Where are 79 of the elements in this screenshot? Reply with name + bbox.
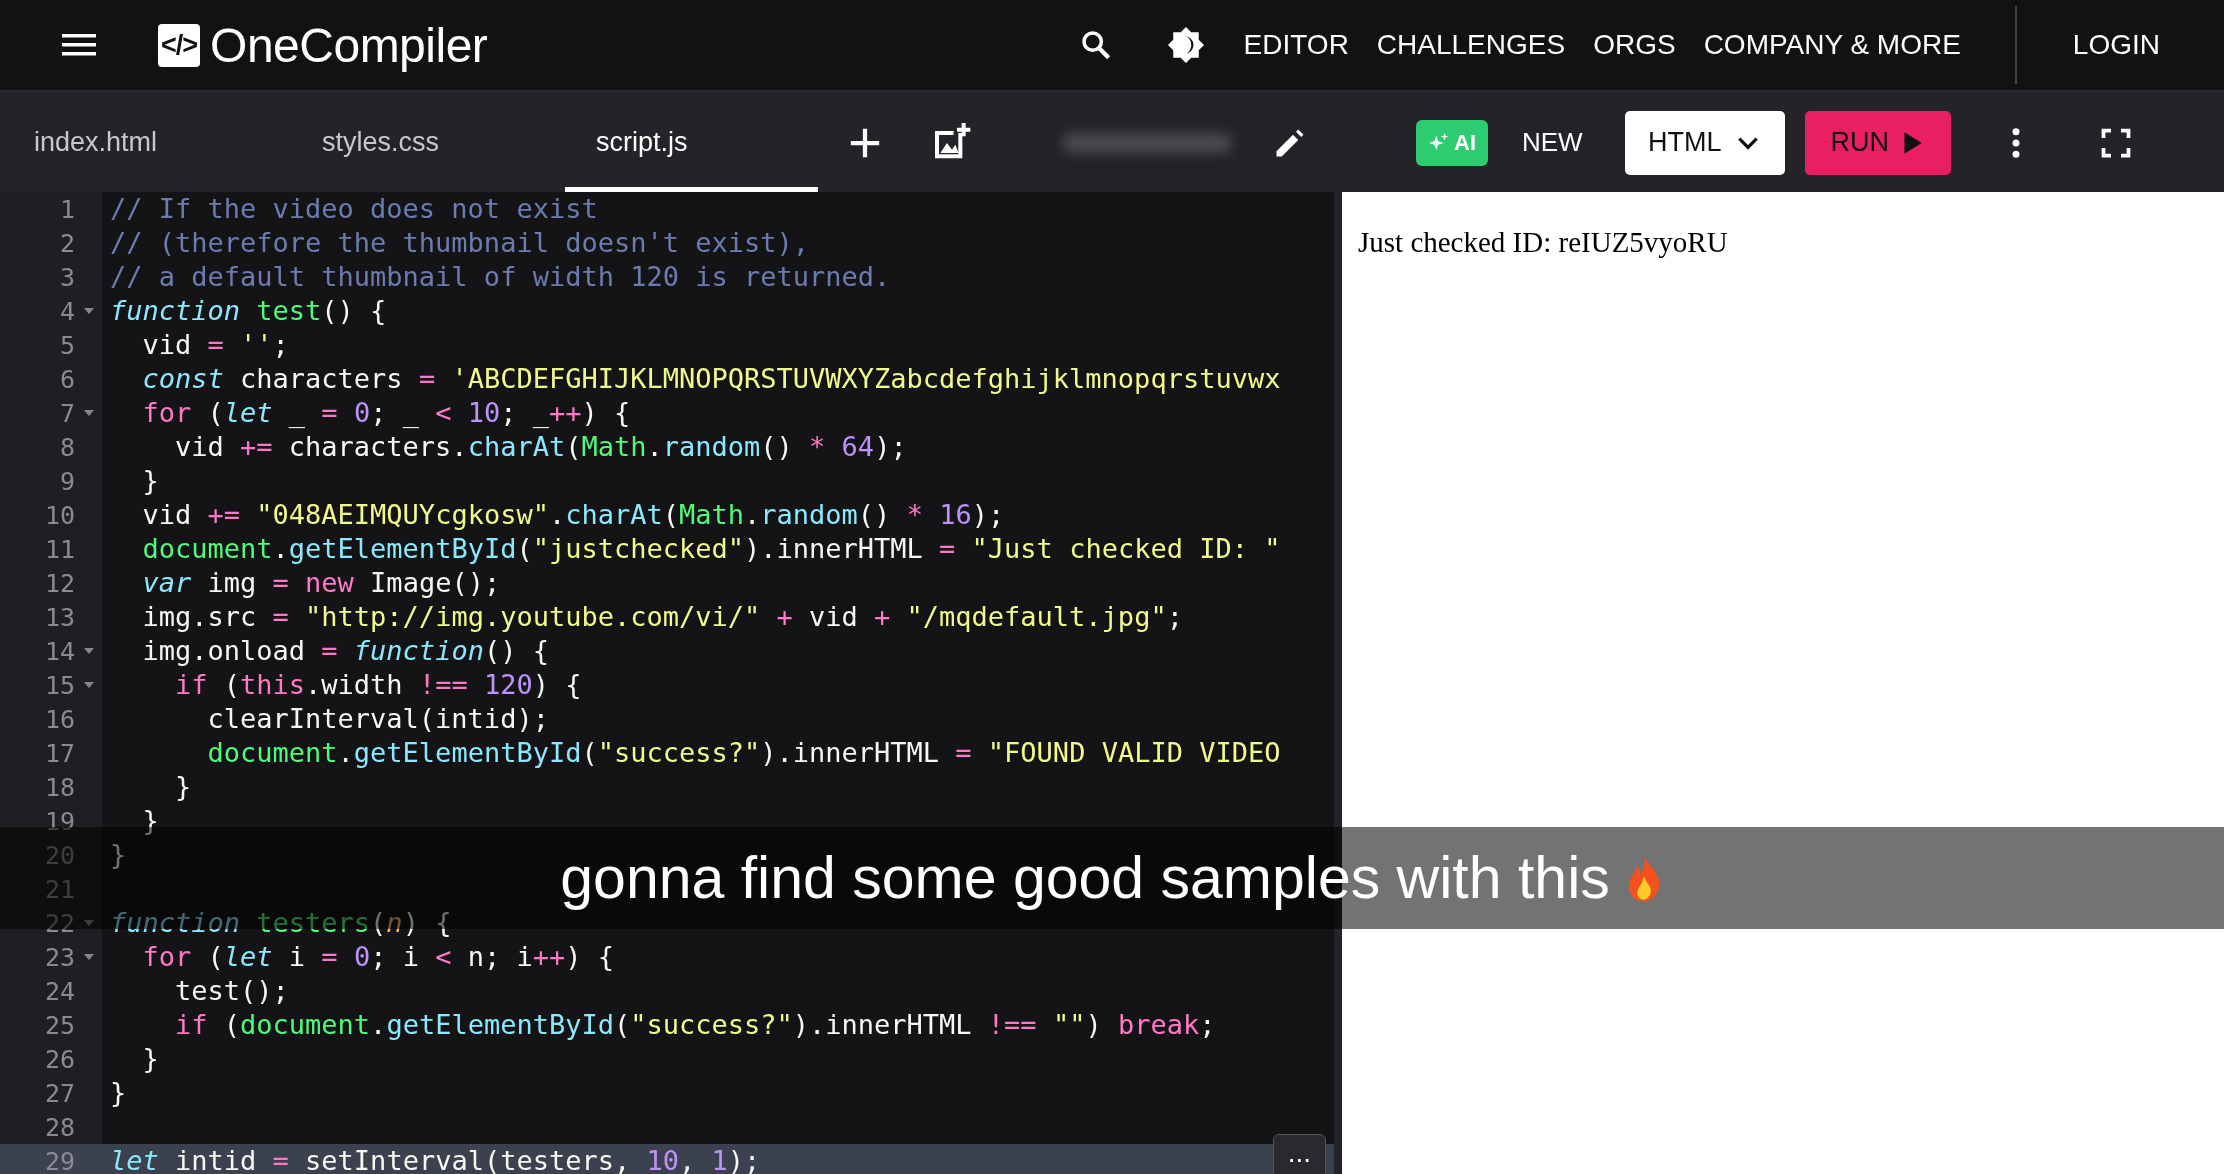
code-line: } [141,464,159,498]
code-line: let intid = setInterval(testers, 10, 1); [109,1144,761,1174]
code-line: // If the video does not exist [109,192,598,226]
code-line: vid += "048AEIMQUYcgkosw".charAt(Math.random() * 16); [141,498,1005,532]
line-number: 26 [44,1044,75,1074]
line-number: 14 [44,636,75,666]
line-number: 19 [44,806,75,836]
line-number: 12 [44,568,75,598]
line-number: 4 [59,296,75,326]
language-dropdown[interactable]: HTML [1624,110,1785,175]
output-text: Just checked ID: reIUZ5vyoRU [1358,226,1729,259]
search-icon[interactable] [1079,29,1112,61]
file-tab[interactable]: styles.css [288,93,565,192]
line-number: 2 [59,228,75,258]
nav-link[interactable]: COMPANY & MORE [1703,29,1961,61]
line-number: 22 [44,908,75,938]
nav-link[interactable]: CHALLENGES [1376,29,1566,61]
line-number: 6 [59,364,75,394]
more-button[interactable]: ... [1272,1134,1326,1174]
line-number: 9 [59,466,75,496]
line-number: 17 [44,738,75,768]
new-button[interactable]: NEW [1516,126,1589,159]
menu-icon[interactable] [62,33,96,57]
line-number: 8 [59,432,75,462]
line-number: 15 [44,670,75,700]
code-line: vid = ''; [141,328,289,362]
code-line: if (document.getElementById("success?").innerHTML !== "") break; [174,1008,1216,1042]
code-line: for (let _ = 0; _ < 10; _++) { [141,396,631,430]
line-number: 7 [59,398,75,428]
line-number: 5 [59,330,75,360]
code-line: } [109,1076,127,1110]
code-line: function test() { [109,294,387,328]
code-line: // a default thumbnail of width 120 is returned. [109,260,891,294]
login-link[interactable]: LOGIN [2072,29,2160,61]
code-line: } [109,838,127,872]
line-number: 24 [44,976,75,1006]
code-line: const characters = 'ABCDEFGHIJKLMNOPQRSTUVWXYZabcdefghijklmnopqrstuvwx [141,362,1281,396]
nav-link[interactable]: ORGS [1593,29,1676,61]
line-number: 1 [59,194,75,224]
code-line: clearInterval(intid); [206,702,549,736]
caption-text: gonna find some good samples with this [560,844,1610,912]
nav-link[interactable]: EDITOR [1243,29,1349,61]
line-number: 23 [44,942,75,972]
code-line: if (this.width !== 120) { [174,668,582,702]
line-number: 16 [44,704,75,734]
logo-text[interactable]: OneCompiler [210,17,488,73]
line-number: 11 [44,534,75,564]
line-number: 25 [44,1010,75,1040]
line-number: 3 [59,262,75,292]
line-number: 18 [44,772,75,802]
code-line: } [141,1042,159,1076]
line-number: 27 [44,1078,75,1108]
logo-mark[interactable]: </> [158,23,201,67]
line-number: 10 [44,500,75,530]
run-button[interactable]: RUN [1804,110,1951,175]
code-line: test(); [174,974,289,1008]
code-line: for (let i = 0; i < n; i++) { [141,940,614,974]
fold-arrow-icon[interactable] [84,308,94,314]
more-options-icon[interactable] [2010,127,2021,158]
fullscreen-icon[interactable] [2100,127,2131,158]
line-number: 29 [44,1146,75,1174]
theme-icon[interactable] [1167,27,1204,63]
code-line: img.onload = function() { [141,634,549,668]
code-line: var img = new Image(); [141,566,501,600]
fold-arrow-icon[interactable] [84,648,94,654]
code-line: document.getElementById("justchecked").innerHTML = "Just checked ID: " [141,532,1281,566]
line-number: 13 [44,602,75,632]
code-line: vid += characters.charAt(Math.random() * 64); [174,430,907,464]
code-line: document.getElementById("success?").innerHTML = "FOUND VALID VIDEO [206,736,1281,770]
code-line: img.src = "http://img.youtube.com/vi/" + vid + "/mqdefault.jpg"; [141,600,1183,634]
fold-arrow-icon[interactable] [84,682,94,688]
line-number: 28 [44,1112,75,1142]
file-tab[interactable]: index.html [0,93,288,192]
fold-arrow-icon[interactable] [84,410,94,416]
code-line: } [174,770,192,804]
code-line: } [141,804,159,838]
code-line: function testers(n) { [109,906,452,940]
code-line: // (therefore the thumbnail doesn't exist), [109,226,809,260]
fold-arrow-icon[interactable] [84,954,94,960]
